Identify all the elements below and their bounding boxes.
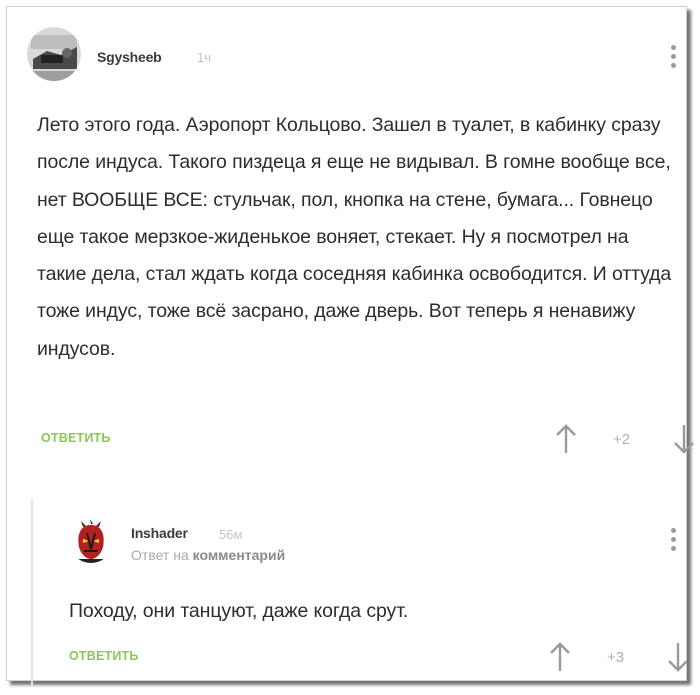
comment: Sgysheeb 1ч Лето этого года. Аэропорт Ко… (27, 25, 694, 454)
reply-button[interactable]: ОТВЕТИТЬ (41, 431, 111, 445)
comment-header: Sgysheeb 1ч (27, 25, 689, 81)
more-icon[interactable] (670, 528, 676, 551)
arrow-down-icon[interactable] (673, 424, 695, 454)
comment-header: Inshader 56м Ответ на комментарий (51, 513, 687, 563)
reply-to-prefix: Ответ на (131, 547, 189, 563)
reply-to-info: Ответ на комментарий (131, 547, 285, 563)
vote-controls: +3 (549, 640, 689, 680)
comment-footer: ОТВЕТИТЬ +3 (69, 640, 689, 680)
arrow-down-icon[interactable] (667, 642, 689, 672)
comment-text: Лето этого года. Аэропорт Кольцово. Заше… (37, 114, 672, 360)
comment-time: 56м (219, 527, 243, 542)
avatar[interactable] (69, 519, 113, 563)
arrow-up-icon[interactable] (555, 424, 577, 454)
author-name[interactable]: Sgysheeb (97, 49, 162, 65)
reply-button[interactable]: ОТВЕТИТЬ (69, 649, 139, 663)
arrow-up-icon[interactable] (549, 642, 571, 672)
avatar[interactable] (27, 27, 81, 81)
author-name[interactable]: Inshader (131, 525, 188, 541)
reply-thread-line (31, 499, 33, 687)
vote-score: +2 (613, 431, 631, 448)
vote-score: +3 (607, 649, 625, 666)
comment: Inshader 56м Ответ на комментарий Походу… (51, 513, 688, 672)
reply-to-link[interactable]: комментарий (193, 547, 286, 563)
comment-footer: ОТВЕТИТЬ +2 (41, 422, 695, 462)
comment-text: Походу, они танцуют, даже когда срут. (69, 600, 409, 622)
vote-controls: +2 (555, 422, 695, 462)
more-icon[interactable] (670, 45, 676, 68)
comment-time: 1ч (197, 50, 212, 65)
comments-panel: Sgysheeb 1ч Лето этого года. Аэропорт Ко… (6, 6, 694, 687)
